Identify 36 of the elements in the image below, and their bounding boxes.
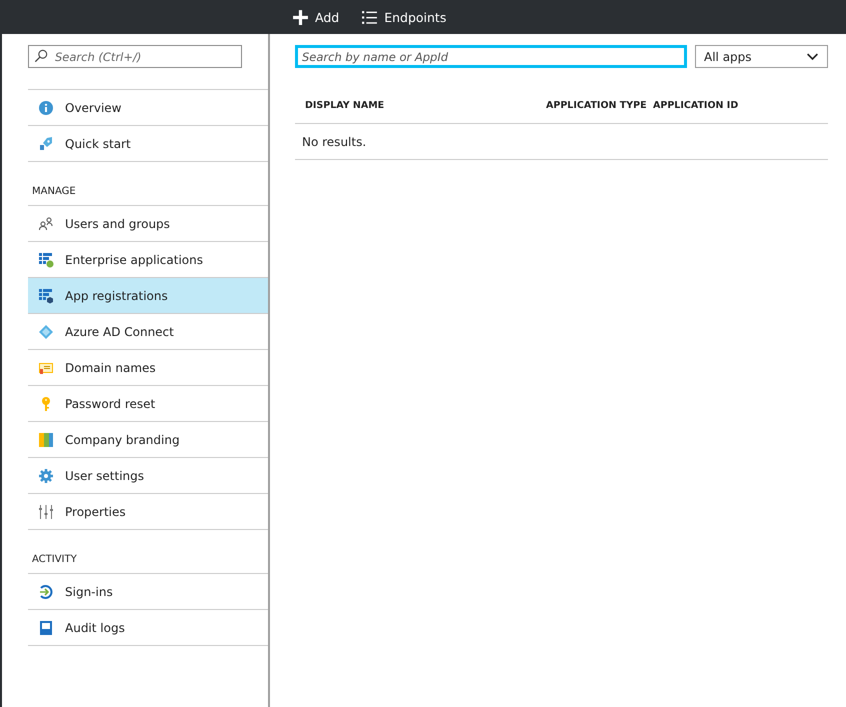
nav-item[interactable]: Users and groups: [28, 206, 268, 242]
nav-item[interactable]: Quick start: [28, 126, 268, 162]
people-icon: [38, 216, 54, 232]
grid-cube-icon: [38, 288, 54, 304]
color-bars-icon: [38, 432, 54, 448]
plus-icon: [292, 8, 309, 26]
column-header: APPLICATION TYPE: [546, 100, 648, 111]
info-icon: [38, 100, 54, 116]
nav-item[interactable]: Azure AD Connect: [28, 314, 268, 350]
nav-item[interactable]: Company branding: [28, 422, 268, 458]
column-header: DISPLAY NAME: [305, 100, 386, 111]
book-icon: [38, 620, 54, 636]
gear-icon: [38, 468, 54, 484]
nav-item[interactable]: User settings: [28, 458, 268, 494]
sign-in-icon: [38, 584, 54, 600]
rocket-icon: [38, 136, 54, 152]
nav-item[interactable]: Password reset: [28, 386, 268, 422]
nav-item[interactable]: Audit logs: [28, 610, 268, 646]
diamond-icon: [38, 324, 54, 340]
search-field[interactable]: Search (Ctrl+/): [28, 45, 242, 68]
column-header: APPLICATION ID: [653, 100, 738, 111]
search-field[interactable]: Search by name or AppId: [295, 45, 687, 68]
nav-item[interactable]: App registrations: [28, 278, 268, 314]
endpoints-button[interactable]: Endpoints: [359, 6, 448, 28]
add-button[interactable]: Add: [290, 6, 342, 28]
section-heading: MANAGE: [31, 186, 77, 199]
nav-item[interactable]: Overview: [28, 90, 268, 126]
apps-dropdown[interactable]: All apps: [695, 45, 828, 68]
nav-item[interactable]: Properties: [28, 494, 268, 530]
nav-item[interactable]: Domain names: [28, 350, 268, 386]
grid-globe-icon: [38, 252, 54, 268]
empty-message: No results.: [295, 124, 828, 160]
sliders-icon: [38, 504, 54, 520]
list-icon: [361, 8, 378, 26]
nav-item[interactable]: Sign-ins: [28, 574, 268, 610]
section-heading: ACTIVITY: [31, 554, 78, 567]
